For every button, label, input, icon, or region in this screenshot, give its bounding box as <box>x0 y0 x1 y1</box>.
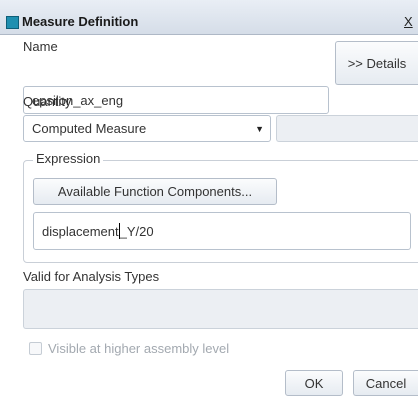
window-title: Measure Definition <box>22 14 139 29</box>
details-button[interactable]: >> Details <box>335 41 418 85</box>
close-button[interactable]: X <box>404 14 413 29</box>
available-functions-button[interactable]: Available Function Components... <box>33 178 277 205</box>
quantity-secondary-field <box>276 115 418 142</box>
title-bar: Measure Definition X <box>0 0 418 35</box>
quantity-select[interactable]: Computed Measure ▼ <box>23 115 271 142</box>
name-label: Name <box>23 39 58 54</box>
expression-text-before-caret: displacement <box>42 223 119 239</box>
expression-text-after-caret: _Y/20 <box>119 223 154 239</box>
expression-legend: Expression <box>33 151 104 166</box>
quantity-label: Quantity <box>23 94 72 109</box>
quantity-selected-value: Computed Measure <box>32 121 147 136</box>
visible-checkbox[interactable] <box>29 342 42 355</box>
window-app-icon <box>6 16 19 29</box>
dropdown-arrow-icon: ▼ <box>255 123 264 134</box>
cancel-button[interactable]: Cancel <box>353 370 418 396</box>
visible-checkbox-label: Visible at higher assembly level <box>48 341 230 356</box>
analysis-types-label: Valid for Analysis Types <box>23 269 160 284</box>
ok-button[interactable]: OK <box>285 370 343 396</box>
expression-input[interactable]: displacement _Y/20 <box>33 212 411 250</box>
analysis-types-list <box>23 289 418 329</box>
